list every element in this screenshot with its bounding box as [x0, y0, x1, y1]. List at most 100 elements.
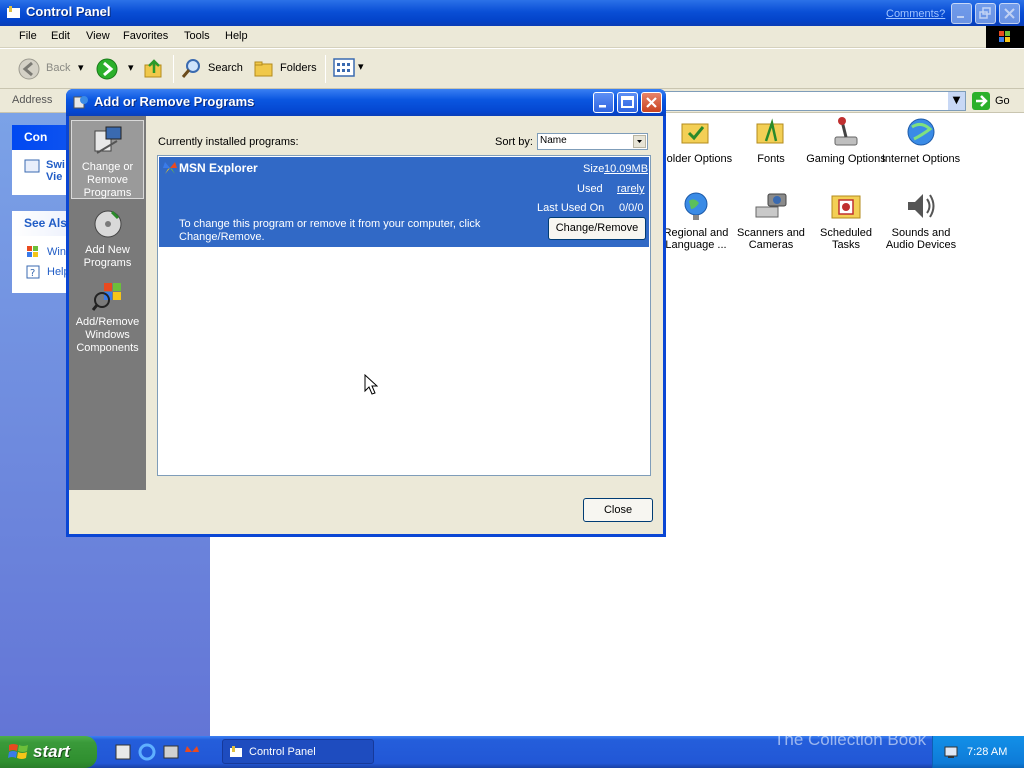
gaming-options-icon — [834, 117, 858, 146]
address-label: Address — [12, 94, 53, 106]
dialog-close-button[interactable] — [641, 92, 662, 113]
regional-language-label: Regional and Language ... — [663, 227, 729, 251]
scanners-icon — [755, 193, 787, 218]
dialog-titlebar: Add or Remove Programs — [66, 89, 666, 116]
menu-favorites[interactable]: Favorites — [123, 30, 168, 42]
fonts-label: Fonts — [757, 153, 785, 165]
program-name: MSN Explorer — [179, 161, 258, 175]
program-row-msn-explorer[interactable]: MSN Explorer Size 10.09MB Used rarely La… — [159, 157, 649, 247]
forward-arrow-icon — [96, 58, 118, 80]
search-button[interactable]: Search — [181, 56, 245, 82]
close-window-button[interactable] — [999, 3, 1020, 24]
switch-view-link-line2[interactable]: Vie — [46, 171, 62, 183]
internet-options-icon — [907, 118, 935, 146]
regional-icon — [684, 192, 708, 220]
network-tray-icon[interactable] — [943, 744, 959, 760]
menu-bar: File Edit View Favorites Tools Help — [0, 26, 1024, 48]
clock[interactable]: 7:28 AM — [967, 746, 1007, 758]
change-remove-button[interactable]: Change/Remove — [548, 217, 646, 240]
watermark-text: The Collection Book — [774, 730, 927, 749]
close-icon — [646, 97, 657, 108]
sounds-audio-item[interactable]: Sounds and Audio Devices — [881, 189, 961, 251]
windows-flag-icon — [999, 31, 1010, 42]
windows-update-link[interactable]: Win — [47, 246, 66, 258]
restore-icon — [979, 7, 991, 19]
folder-options-icon — [681, 123, 709, 144]
go-label: Go — [995, 95, 1010, 107]
forward-button[interactable]: ▾ — [96, 56, 136, 82]
menu-edit[interactable]: Edit — [51, 30, 70, 42]
dialog-minimize-button[interactable] — [593, 92, 614, 113]
size-value[interactable]: 10.09MB — [604, 163, 648, 175]
menu-file[interactable]: File — [19, 30, 37, 42]
help-icon: ? — [26, 265, 40, 279]
internet-options-label: Internet Options — [881, 153, 961, 165]
restore-button[interactable] — [975, 3, 996, 24]
add-remove-programs-icon — [73, 96, 88, 109]
control-panel-icon — [230, 746, 242, 757]
add-remove-windows-components-tab[interactable]: Add/Remove Windows Components — [71, 276, 144, 354]
gaming-options-label: Gaming Options — [806, 153, 886, 165]
used-label: Used — [577, 183, 603, 195]
taskbar-button-label: Control Panel — [249, 746, 316, 758]
scheduled-tasks-label: Scheduled Tasks — [820, 227, 872, 251]
up-folder-icon[interactable] — [143, 58, 165, 80]
folders-button[interactable]: Folders — [253, 56, 321, 82]
address-input[interactable]: ▼ — [660, 91, 966, 111]
change-remove-programs-icon — [94, 126, 121, 154]
chevron-down-icon[interactable] — [633, 135, 646, 148]
control-panel-titlebar: Control Panel Comments? — [0, 0, 1024, 26]
minimize-button[interactable] — [951, 3, 972, 24]
windows-logo — [986, 26, 1024, 48]
views-dropdown-icon[interactable]: ▾ — [358, 60, 364, 73]
close-button[interactable]: Close — [583, 498, 653, 522]
taskbar-button-control-panel[interactable]: Control Panel — [222, 739, 374, 764]
minimize-icon — [957, 16, 964, 18]
fonts-icon — [756, 118, 784, 144]
switch-view-link[interactable]: Swi — [46, 159, 65, 171]
add-remove-windows-components-label: Add/Remove Windows Components — [75, 316, 140, 354]
start-button[interactable]: start — [0, 736, 97, 768]
dialog-title: Add or Remove Programs — [94, 94, 255, 109]
scanners-cameras-item[interactable]: Scanners and Cameras — [731, 189, 811, 251]
menu-help[interactable]: Help — [225, 30, 248, 42]
back-button[interactable]: Back ▾ — [18, 56, 88, 82]
views-icon — [333, 58, 355, 77]
address-dropdown-icon[interactable]: ▼ — [948, 92, 965, 110]
used-value[interactable]: rarely — [617, 183, 645, 195]
forward-dropdown-icon[interactable]: ▾ — [128, 61, 134, 74]
menu-view[interactable]: View — [86, 30, 110, 42]
menu-tools[interactable]: Tools — [184, 30, 210, 42]
folder-options-item[interactable]: Folder Options — [656, 115, 736, 165]
change-remove-programs-tab[interactable]: Change or Remove Programs — [71, 120, 144, 199]
add-new-programs-tab[interactable]: Add New Programs — [71, 204, 144, 269]
gaming-options-item[interactable]: Gaming Options — [806, 115, 886, 165]
fonts-item[interactable]: Fonts — [731, 115, 811, 165]
program-instructions: To change this program or remove it from… — [179, 218, 481, 243]
installed-programs-list[interactable]: MSN Explorer Size 10.09MB Used rarely La… — [157, 155, 651, 476]
scheduled-tasks-icon — [831, 195, 861, 219]
window-title: Control Panel — [26, 4, 111, 19]
last-used-value: 0/0/0 — [619, 202, 644, 214]
sort-by-select[interactable]: Name — [537, 133, 648, 150]
msn-butterfly-icon — [163, 162, 177, 174]
go-button[interactable]: Go — [972, 91, 1018, 111]
maximize-icon — [621, 96, 634, 108]
folders-label: Folders — [280, 62, 317, 74]
go-arrow-icon — [972, 92, 990, 110]
internet-options-item[interactable]: Internet Options — [881, 115, 961, 165]
scheduled-tasks-item[interactable]: Scheduled Tasks — [806, 189, 886, 251]
size-label: Size — [583, 163, 605, 175]
sort-by-value: Name — [540, 135, 567, 146]
views-button[interactable]: ▾ — [333, 58, 369, 80]
add-remove-programs-dialog: Add or Remove Programs Change or Remove … — [66, 89, 666, 537]
search-label: Search — [208, 62, 243, 74]
regional-language-item[interactable]: Regional and Language ... — [656, 189, 736, 251]
dialog-maximize-button[interactable] — [617, 92, 638, 113]
back-dropdown-icon[interactable]: ▾ — [78, 61, 84, 74]
folder-options-label: Folder Options — [659, 153, 733, 165]
add-new-programs-icon — [94, 210, 121, 238]
sort-by-label: Sort by: — [495, 136, 533, 148]
installed-programs-label: Currently installed programs: — [158, 136, 299, 148]
comments-link[interactable]: Comments? — [886, 8, 945, 20]
